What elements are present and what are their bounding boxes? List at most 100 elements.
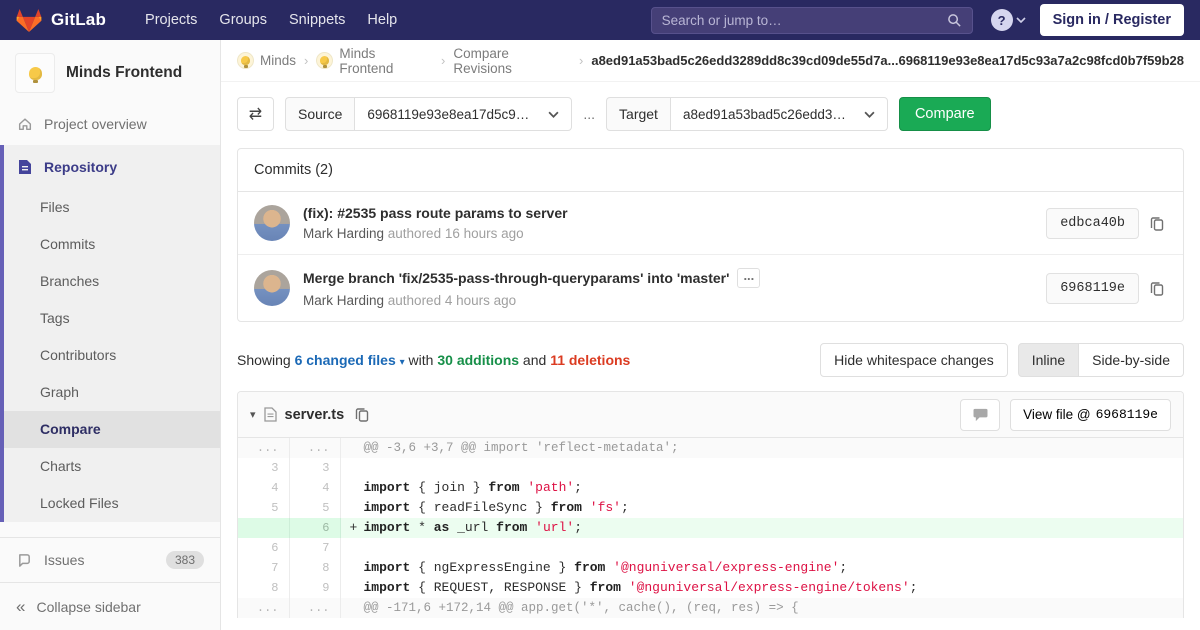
- old-line-number[interactable]: [238, 518, 289, 538]
- target-label: Target: [606, 97, 670, 131]
- collapse-sidebar-button[interactable]: « Collapse sidebar: [0, 582, 220, 630]
- chevron-down-icon: [864, 111, 875, 118]
- deletions-count: 11 deletions: [550, 352, 630, 368]
- global-search[interactable]: [651, 7, 973, 34]
- diff-line-code: import { ngExpressEngine } from '@nguniv…: [340, 558, 1183, 578]
- sidebar-item-contributors[interactable]: Contributors: [4, 337, 220, 374]
- commit-title-link[interactable]: (fix): #2535 pass route params to server: [303, 205, 1046, 221]
- sidebar-item-issues[interactable]: Issues 383: [0, 537, 220, 583]
- old-line-number[interactable]: 8: [238, 578, 289, 598]
- new-line-number[interactable]: 8: [289, 558, 340, 578]
- diff-view-controls: Hide whitespace changes Inline Side-by-s…: [820, 343, 1184, 377]
- search-input[interactable]: [662, 13, 947, 28]
- new-line-number[interactable]: 4: [289, 478, 340, 498]
- sidebar-item-branches[interactable]: Branches: [4, 263, 220, 300]
- old-line-number[interactable]: 7: [238, 558, 289, 578]
- commit-description-expander[interactable]: ...: [737, 268, 760, 288]
- commit-author-avatar: [254, 205, 290, 241]
- source-label: Source: [285, 97, 354, 131]
- diff-table-body: ......@@ -3,6 +3,7 @@ import 'reflect-me…: [238, 438, 1183, 618]
- source-revision-value: 6968119e93e8ea17d5c9…: [367, 107, 529, 122]
- sidebar-item-project-overview[interactable]: Project overview: [0, 103, 220, 145]
- collapse-diff-icon[interactable]: ▾: [250, 408, 256, 421]
- target-revision-dropdown[interactable]: a8ed91a53bad5c26edd3…: [670, 97, 888, 131]
- home-icon: [16, 116, 33, 132]
- old-line-number[interactable]: ...: [238, 598, 289, 618]
- old-line-number[interactable]: 6: [238, 538, 289, 558]
- new-line-number[interactable]: ...: [289, 598, 340, 618]
- sidebar-item-compare[interactable]: Compare: [4, 411, 220, 448]
- new-line-number[interactable]: 3: [289, 458, 340, 478]
- diff-line-code: import { readFileSync } from 'fs';: [340, 498, 1183, 518]
- old-line-number[interactable]: 4: [238, 478, 289, 498]
- help-menu[interactable]: ?: [991, 9, 1026, 31]
- new-line-number[interactable]: 5: [289, 498, 340, 518]
- source-revision-dropdown[interactable]: 6968119e93e8ea17d5c9…: [354, 97, 572, 131]
- swap-revisions-button[interactable]: ⇄: [237, 97, 274, 131]
- old-line-number[interactable]: ...: [238, 438, 289, 458]
- sidebar-item-graph[interactable]: Graph: [4, 374, 220, 411]
- inline-view-button[interactable]: Inline: [1018, 343, 1079, 377]
- side-by-side-view-button[interactable]: Side-by-side: [1078, 343, 1184, 377]
- sidebar-item-label: Repository: [44, 159, 117, 175]
- commit-info: Merge branch 'fix/2535-pass-through-quer…: [303, 268, 1046, 308]
- gitlab-logo[interactable]: GitLab: [16, 8, 106, 33]
- diff-table: ......@@ -3,6 +3,7 @@ import 'reflect-me…: [238, 438, 1183, 618]
- nav-groups[interactable]: Groups: [208, 6, 278, 34]
- view-file-sha: 6968119e: [1096, 407, 1158, 422]
- collapse-label: Collapse sidebar: [36, 599, 140, 615]
- copy-file-path-button[interactable]: [352, 404, 372, 425]
- new-line-number[interactable]: ...: [289, 438, 340, 458]
- old-line-number[interactable]: 5: [238, 498, 289, 518]
- sidebar-item-files[interactable]: Files: [4, 189, 220, 226]
- diff-file-name[interactable]: server.ts: [285, 407, 345, 423]
- sidebar-item-repository[interactable]: Repository: [4, 145, 220, 189]
- old-line-number[interactable]: 3: [238, 458, 289, 478]
- commit-author-link[interactable]: Mark Harding: [303, 226, 384, 241]
- breadcrumb-group-label: Minds: [260, 53, 296, 68]
- collapse-icon: «: [16, 597, 25, 617]
- hide-whitespace-button[interactable]: Hide whitespace changes: [820, 343, 1008, 377]
- chevron-down-icon: [1016, 17, 1026, 23]
- diff-mode-toggle: Inline Side-by-side: [1018, 343, 1184, 377]
- copy-sha-button[interactable]: [1147, 278, 1167, 299]
- sidebar-project-header[interactable]: Minds Frontend: [0, 40, 220, 103]
- copy-sha-button[interactable]: [1147, 213, 1167, 234]
- commit-sha: edbca40b: [1046, 208, 1139, 239]
- new-line-number[interactable]: 9: [289, 578, 340, 598]
- view-file-label: View file @: [1023, 407, 1090, 422]
- sidebar-item-tags[interactable]: Tags: [4, 300, 220, 337]
- commit-meta: Mark Harding authored 16 hours ago: [303, 226, 1046, 241]
- breadcrumb-page[interactable]: Compare Revisions: [453, 46, 571, 76]
- nav-help[interactable]: Help: [356, 6, 408, 34]
- sign-in-register-button[interactable]: Sign in / Register: [1040, 4, 1184, 36]
- commits-card: Commits (2) (fix): #2535 pass route para…: [237, 148, 1184, 322]
- toggle-comments-button[interactable]: [960, 399, 1000, 431]
- new-line-number[interactable]: 7: [289, 538, 340, 558]
- compare-button[interactable]: Compare: [899, 97, 991, 131]
- diff-line: 6+import * as _url from 'url';: [238, 518, 1183, 538]
- new-line-number[interactable]: 6: [289, 518, 340, 538]
- breadcrumb-project[interactable]: Minds Frontend: [316, 46, 433, 76]
- breadcrumb-page-label: Compare Revisions: [453, 46, 571, 76]
- sidebar-item-charts[interactable]: Charts: [4, 448, 220, 485]
- sidebar-item-commits[interactable]: Commits: [4, 226, 220, 263]
- diff-line: ......@@ -3,6 +3,7 @@ import 'reflect-me…: [238, 438, 1183, 458]
- chevron-down-icon: [548, 111, 559, 118]
- file-diff-card: ▾ server.ts: [237, 391, 1184, 618]
- breadcrumb-group[interactable]: Minds: [237, 52, 296, 69]
- sidebar-item-locked-files[interactable]: Locked Files: [4, 485, 220, 522]
- help-icon: ?: [991, 9, 1013, 31]
- breadcrumb-separator: ›: [441, 53, 445, 68]
- commit-title-link[interactable]: Merge branch 'fix/2535-pass-through-quer…: [303, 268, 1046, 288]
- copy-icon: [1149, 280, 1165, 297]
- view-file-button[interactable]: View file @ 6968119e: [1010, 399, 1171, 431]
- breadcrumb-separator: ›: [304, 53, 308, 68]
- commit-author-link[interactable]: Mark Harding: [303, 293, 384, 308]
- changed-files-dropdown[interactable]: 6 changed files: [295, 352, 396, 368]
- nav-projects[interactable]: Projects: [134, 6, 208, 34]
- nav-snippets[interactable]: Snippets: [278, 6, 356, 34]
- breadcrumb-project-label: Minds Frontend: [339, 46, 433, 76]
- diff-line-code: [340, 458, 1183, 478]
- brand-name: GitLab: [51, 10, 106, 30]
